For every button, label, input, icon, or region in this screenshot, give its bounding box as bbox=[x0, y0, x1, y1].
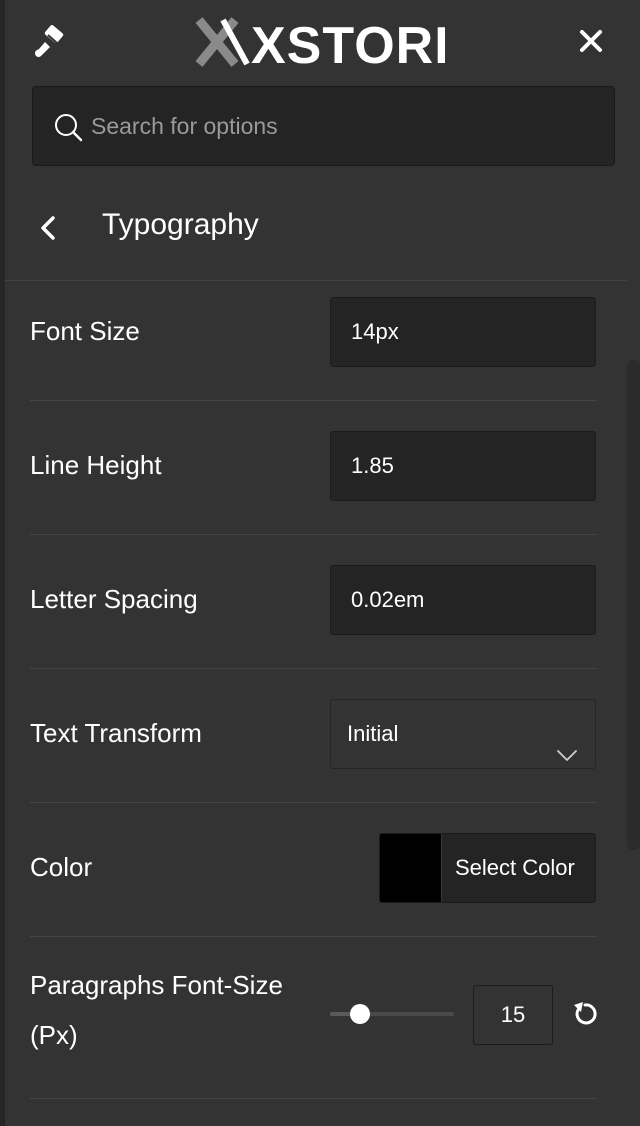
xstore-logo: XSTORE bbox=[0, 14, 640, 70]
font-size-slider[interactable] bbox=[330, 1004, 454, 1024]
text-transform-row: Text Transform Initial bbox=[30, 699, 596, 771]
line-height-input[interactable]: 1.85 bbox=[330, 431, 596, 501]
font-size-label: Font Size bbox=[30, 316, 140, 346]
font-size-number-input[interactable]: 15 bbox=[473, 985, 553, 1045]
letter-spacing-input[interactable]: 0.02em bbox=[330, 565, 596, 635]
letter-spacing-label: Letter Spacing bbox=[30, 584, 198, 614]
text-transform-select[interactable]: Initial bbox=[330, 699, 596, 769]
chevron-down-icon bbox=[555, 724, 579, 761]
paragraphs-font-size-label-line2: (Px) bbox=[30, 1020, 78, 1050]
select-color-label: Select Color bbox=[455, 855, 575, 880]
search-input[interactable] bbox=[91, 87, 591, 165]
font-size-input[interactable]: 14px bbox=[330, 297, 596, 367]
color-picker-button[interactable]: Select Color bbox=[379, 833, 596, 903]
divider bbox=[30, 668, 597, 669]
scrollbar[interactable] bbox=[627, 360, 640, 850]
paragraphs-font-size-row: Paragraphs Font-Size (Px) 15 bbox=[30, 960, 597, 1070]
search-icon bbox=[53, 112, 83, 142]
search-box bbox=[32, 86, 615, 166]
color-swatch bbox=[380, 834, 442, 902]
divider bbox=[30, 802, 597, 803]
font-size-row: Font Size 14px bbox=[30, 297, 596, 369]
customizer-header: XSTORE bbox=[0, 0, 640, 84]
divider bbox=[5, 280, 627, 281]
chevron-left-icon[interactable] bbox=[36, 212, 62, 244]
divider bbox=[30, 936, 597, 937]
paragraphs-font-size-label-line1: Paragraphs Font-Size bbox=[30, 970, 283, 1000]
panel-left-edge bbox=[0, 0, 5, 1126]
slider-thumb[interactable] bbox=[349, 1004, 370, 1024]
line-height-label: Line Height bbox=[30, 450, 162, 480]
reset-icon[interactable] bbox=[570, 999, 600, 1029]
close-icon[interactable] bbox=[576, 26, 606, 56]
text-transform-label: Text Transform bbox=[30, 718, 202, 748]
logo-text: XSTORE bbox=[251, 17, 445, 70]
paragraphs-font-size-label: Paragraphs Font-Size (Px) bbox=[30, 960, 283, 1060]
letter-spacing-row: Letter Spacing 0.02em bbox=[30, 565, 596, 637]
divider bbox=[30, 1098, 597, 1099]
section-title: Typography bbox=[102, 208, 259, 241]
color-label: Color bbox=[30, 852, 93, 882]
divider bbox=[30, 400, 597, 401]
line-height-row: Line Height 1.85 bbox=[30, 431, 596, 503]
text-transform-value: Initial bbox=[347, 721, 399, 746]
color-row: Color Select Color bbox=[30, 833, 596, 905]
section-header: Typography bbox=[0, 190, 640, 266]
divider bbox=[30, 534, 597, 535]
